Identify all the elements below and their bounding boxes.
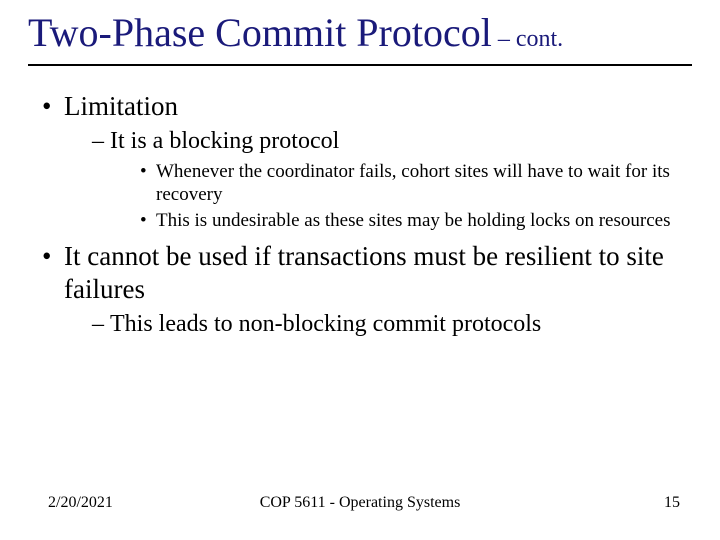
subbullet-blocking: It is a blocking protocol Whenever the c… bbox=[92, 127, 692, 232]
bullet-text: It is a blocking protocol bbox=[110, 128, 339, 154]
footer-page-number: 15 bbox=[664, 494, 680, 512]
bullet-text: This leads to non-blocking commit protoc… bbox=[110, 311, 541, 337]
bullet-limitation: Limitation It is a blocking protocol Whe… bbox=[42, 90, 692, 232]
subbullet-nonblocking: This leads to non-blocking commit protoc… bbox=[92, 310, 692, 339]
slide-title-suffix: – cont. bbox=[498, 26, 563, 53]
slide: Two-Phase Commit Protocol – cont. Limita… bbox=[0, 0, 720, 540]
title-row: Two-Phase Commit Protocol – cont. bbox=[28, 12, 692, 60]
subsubbullet-undesirable-locks: This is undesirable as these sites may b… bbox=[140, 209, 692, 232]
bullet-cannot-be-used: It cannot be used if transactions must b… bbox=[42, 240, 692, 339]
footer-course: COP 5611 - Operating Systems bbox=[260, 494, 461, 512]
title-underline bbox=[28, 64, 692, 66]
bullet-text: This is undesirable as these sites may b… bbox=[156, 210, 670, 231]
footer-date: 2/20/2021 bbox=[48, 494, 113, 512]
bullet-text: Whenever the coordinator fails, cohort s… bbox=[156, 161, 670, 205]
slide-title: Two-Phase Commit Protocol bbox=[28, 12, 492, 54]
bullet-text: Limitation bbox=[64, 91, 178, 121]
subsubbullet-coordinator-fails: Whenever the coordinator fails, cohort s… bbox=[140, 160, 692, 206]
slide-body: Limitation It is a blocking protocol Whe… bbox=[28, 90, 692, 339]
bullet-text: It cannot be used if transactions must b… bbox=[64, 241, 664, 304]
slide-footer: 2/20/2021 COP 5611 - Operating Systems 1… bbox=[0, 494, 720, 512]
